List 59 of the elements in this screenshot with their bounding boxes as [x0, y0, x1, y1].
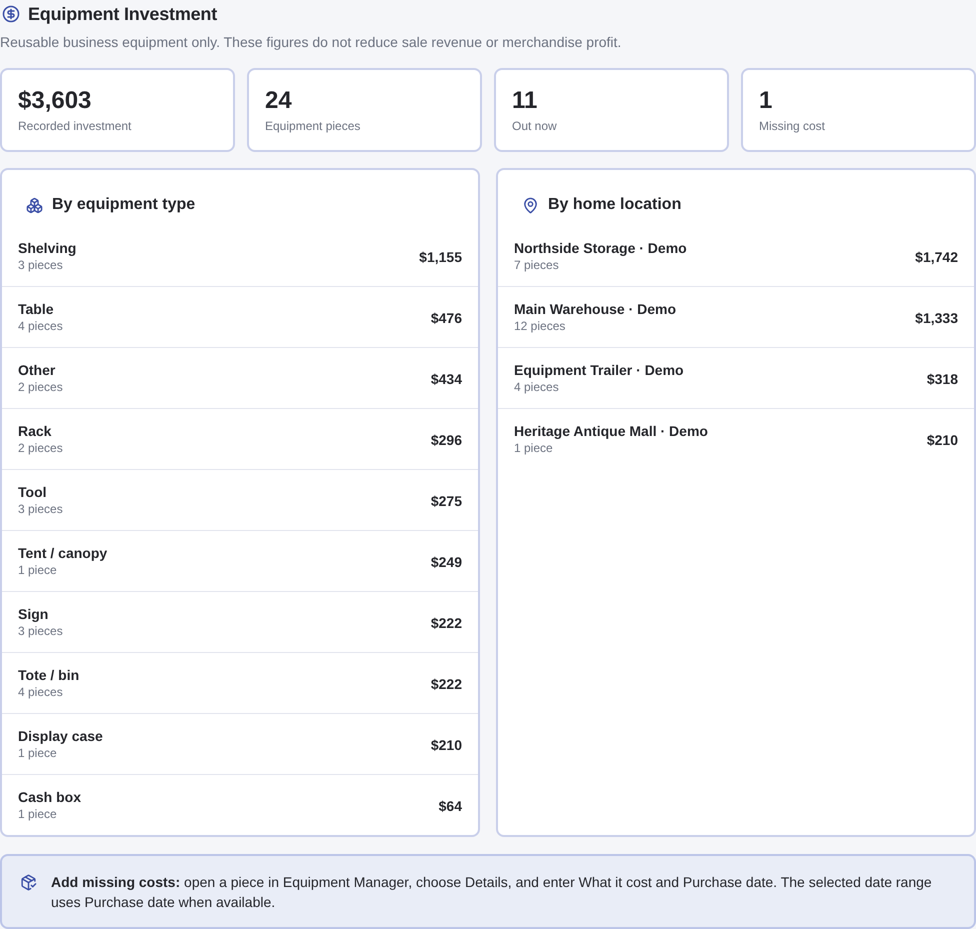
row-amount: $476 — [430, 308, 462, 326]
row-count: 3 pieces — [18, 257, 64, 274]
notice-text: Add missing costs: open a piece in Equipment Manager, choose Details, and enter What it cost and Purchase date. The selected date range uses Purchase date when available. — [51, 873, 933, 912]
stat-value: $3,603 — [18, 87, 92, 115]
row-count: 2 pieces — [18, 440, 63, 457]
row-count: 3 pieces — [18, 623, 63, 640]
row-amount: $210 — [430, 736, 462, 754]
row-name: Tote / bin — [18, 666, 80, 684]
panel-title: By equipment type — [52, 195, 196, 215]
row-amount: $434 — [430, 370, 462, 388]
row-name: Other — [18, 361, 56, 379]
row-name: Cash box — [18, 788, 82, 806]
row-count: 1 piece — [18, 745, 58, 762]
row-name: Shelving — [18, 239, 76, 257]
stat-value: 24 — [265, 87, 293, 115]
package-check-icon — [20, 874, 37, 891]
page-subtitle: Reusable business equipment only. These figures do not reduce sale revenue or merchandise profit. — [0, 33, 622, 51]
row-name: Rack — [18, 422, 52, 440]
row-name: Northside Storage · Demo — [514, 239, 687, 257]
row-name: Display case — [18, 727, 103, 745]
row-amount: $275 — [430, 492, 462, 510]
row-name: Tool — [18, 483, 48, 501]
page-title: Equipment Investment — [28, 3, 218, 25]
row-amount: $222 — [430, 674, 462, 692]
row-name: Sign — [18, 605, 50, 623]
row-count: 4 pieces — [18, 318, 63, 335]
row-count: 2 pieces — [18, 379, 63, 396]
row-count: 7 pieces — [514, 257, 560, 274]
stat-label: Missing cost — [759, 118, 826, 134]
dollar-circle-icon — [2, 5, 20, 23]
row-count: 3 pieces — [18, 501, 63, 518]
row-amount: $1,333 — [915, 308, 958, 326]
row-count: 1 piece — [18, 806, 58, 823]
row-name: Heritage Antique Mall · Demo — [514, 422, 708, 440]
stat-value: 11 — [512, 87, 538, 115]
row-count: 1 piece — [18, 562, 58, 579]
stat-label: Equipment pieces — [265, 118, 362, 134]
row-count: 1 piece — [514, 440, 554, 457]
row-count: 4 pieces — [18, 684, 64, 701]
row-name: Main Warehouse · Demo — [514, 300, 676, 318]
panel-title: By home location — [548, 195, 682, 215]
row-amount: $296 — [430, 430, 462, 448]
row-count: 4 pieces — [514, 379, 560, 396]
map-pin-icon — [522, 196, 539, 214]
row-amount: $64 — [438, 796, 462, 814]
row-count: 12 pieces — [514, 318, 566, 335]
row-amount: $1,742 — [915, 248, 958, 266]
row-name: Tent / canopy — [18, 544, 108, 562]
row-name: Table — [18, 300, 55, 318]
row-amount: $1,155 — [419, 248, 462, 266]
row-name: Equipment Trailer · Demo — [514, 361, 684, 379]
stat-value: 1 — [759, 87, 774, 115]
row-amount: $318 — [926, 370, 958, 388]
stat-label: Out now — [512, 118, 558, 134]
row-amount: $249 — [430, 552, 462, 570]
stat-label: Recorded investment — [18, 118, 132, 134]
boxes-icon — [26, 196, 43, 214]
row-amount: $210 — [926, 430, 958, 448]
row-amount: $222 — [430, 614, 462, 632]
